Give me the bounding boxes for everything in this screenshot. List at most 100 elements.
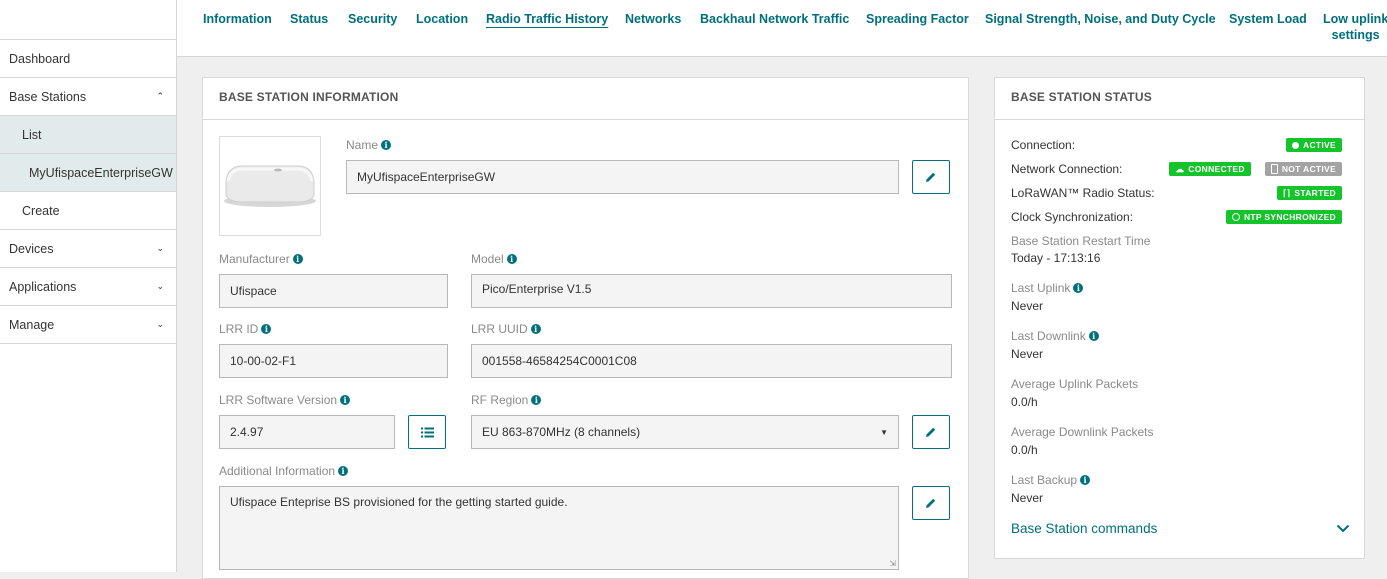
network-connection-row: Network Connection: ☁ CONNECTED NOT ACTIV…: [1011, 160, 1342, 178]
status-badge-connected: ☁ CONNECTED: [1169, 162, 1251, 176]
info-icon[interactable]: i: [506, 254, 517, 264]
manufacturer-label-text: Manufacturer: [219, 252, 290, 266]
avg-uplink-label: Average Uplink Packets: [1011, 377, 1139, 391]
base-station-commands-label: Base Station commands: [1011, 520, 1158, 536]
status-badge-not-active: NOT ACTIVE: [1264, 162, 1342, 176]
tab-bar: Information Status Security Location Rad…: [177, 0, 1387, 57]
badge-text: NTP SYNCHRONIZED: [1243, 212, 1336, 222]
lrr-id-label: LRR ID i: [219, 322, 272, 336]
last-backup-label: Last Backup i: [1011, 473, 1091, 487]
rf-region-select[interactable]: EU 863-870MHz (8 channels) ▼: [471, 415, 899, 449]
lrr-id-field[interactable]: 10-00-02-F1: [219, 344, 448, 378]
info-icon[interactable]: i: [261, 324, 272, 334]
mobile-phone-icon: [1270, 164, 1278, 174]
sidebar-item-label: Create: [22, 203, 60, 218]
resize-handle-icon[interactable]: ⇲: [889, 559, 896, 568]
sidebar-header: [0, 0, 176, 40]
chevron-up-icon: ⌃: [156, 91, 164, 101]
connection-label: Connection:: [1011, 138, 1076, 152]
manufacturer-field[interactable]: Ufispace: [219, 274, 448, 308]
info-icon[interactable]: i: [340, 395, 351, 405]
base-station-commands-toggle[interactable]: Base Station commands: [1011, 518, 1350, 538]
sidebar-item-label: Base Stations: [9, 89, 87, 104]
badge-text: CONNECTED: [1188, 164, 1245, 174]
info-icon[interactable]: i: [1073, 283, 1084, 293]
last-uplink-label: Last Uplink i: [1011, 281, 1084, 295]
sidebar-item-current-gateway[interactable]: MyUfispaceEnterpriseGW: [0, 154, 176, 192]
last-uplink-value: Never: [1011, 299, 1044, 313]
status-badge-active: ACTIVE: [1286, 138, 1342, 152]
model-label-text: Model: [471, 252, 504, 266]
sidebar-item-label: List: [22, 127, 42, 142]
info-icon[interactable]: i: [381, 140, 392, 150]
radio-status-row: LoRaWAN™ Radio Status: ⌈⌉ STARTED: [1011, 184, 1342, 202]
tab-status[interactable]: Status: [290, 11, 328, 27]
additional-info-label-text: Additional Information: [219, 464, 336, 478]
sidebar-item-devices[interactable]: Devices ⌄: [0, 230, 176, 268]
tab-backhaul-network-traffic[interactable]: Backhaul Network Traffic: [700, 11, 849, 27]
info-icon[interactable]: i: [531, 395, 542, 405]
manufacturer-label: Manufacturer i: [219, 252, 303, 266]
edit-name-button[interactable]: [912, 160, 950, 194]
info-icon[interactable]: i: [338, 466, 349, 476]
tab-information[interactable]: Information: [203, 11, 272, 27]
clock-icon: [1231, 213, 1240, 221]
sidebar-item-list[interactable]: List: [0, 116, 176, 154]
info-icon[interactable]: i: [1088, 331, 1099, 341]
tab-location[interactable]: Location: [416, 11, 468, 27]
tab-networks[interactable]: Networks: [625, 11, 681, 27]
sidebar-item-label: Manage: [9, 317, 55, 332]
tab-signal-strength[interactable]: Signal Strength, Noise, and Duty Cycle: [985, 11, 1216, 27]
sidebar-item-base-stations[interactable]: Base Stations ⌃: [0, 78, 176, 116]
lrr-uuid-field[interactable]: 001558-46584254C0001C08: [471, 344, 952, 378]
edit-rf-region-button[interactable]: [912, 415, 950, 449]
software-version-label-text: LRR Software Version: [219, 393, 338, 407]
chevron-down-icon: ⌄: [156, 319, 164, 329]
sidebar-item-create[interactable]: Create: [0, 192, 176, 230]
last-downlink-label: Last Downlink i: [1011, 329, 1099, 343]
lrr-uuid-label-text: LRR UUID: [471, 322, 528, 336]
info-icon[interactable]: i: [292, 254, 303, 264]
sidebar-item-dashboard[interactable]: Dashboard: [0, 40, 176, 78]
sidebar-item-manage[interactable]: Manage ⌄: [0, 306, 176, 344]
last-downlink-label-text: Last Downlink: [1011, 329, 1086, 343]
pencil-icon: [926, 427, 936, 437]
tab-security[interactable]: Security: [348, 11, 397, 27]
antenna-icon: ⌈⌉: [1283, 187, 1291, 198]
sidebar-item-applications[interactable]: Applications ⌄: [0, 268, 176, 306]
info-icon[interactable]: i: [1080, 475, 1091, 485]
tab-system-load[interactable]: System Load: [1229, 11, 1307, 27]
list-icon: [420, 427, 434, 437]
sidebar: Dashboard Base Stations ⌃ List MyUfispace…: [0, 0, 177, 572]
avg-uplink-value: 0.0/h: [1011, 395, 1038, 409]
additional-info-textarea[interactable]: Ufispace Enteprise BS provisioned for th…: [219, 486, 899, 570]
name-label-text: Name: [346, 138, 379, 152]
rf-region-label-text: RF Region: [471, 393, 529, 407]
avg-downlink-value: 0.0/h: [1011, 443, 1038, 457]
tab-low-uplink-settings[interactable]: Low uplink settings: [1323, 11, 1387, 43]
dot-icon: [1292, 141, 1300, 149]
edit-additional-info-button[interactable]: [912, 486, 950, 520]
name-field[interactable]: MyUfispaceEnterpriseGW: [346, 160, 899, 194]
badge-text: ACTIVE: [1303, 140, 1336, 150]
sidebar-item-label: MyUfispaceEnterpriseGW: [29, 165, 173, 180]
model-label: Model i: [471, 252, 517, 266]
panel-title: BASE STATION STATUS: [995, 78, 1364, 120]
last-backup-label-text: Last Backup: [1011, 473, 1078, 487]
lrr-id-label-text: LRR ID: [219, 322, 259, 336]
radio-status-label: LoRaWAN™ Radio Status:: [1011, 186, 1155, 200]
software-list-button[interactable]: [408, 415, 446, 449]
software-version-field[interactable]: 2.4.97: [219, 415, 395, 449]
last-backup-value: Never: [1011, 491, 1044, 505]
tab-spreading-factor[interactable]: Spreading Factor: [866, 11, 969, 27]
restart-time-label: Base Station Restart Time: [1011, 234, 1151, 248]
last-uplink-label-text: Last Uplink: [1011, 281, 1071, 295]
clock-sync-row: Clock Synchronization: NTP SYNCHRONIZED: [1011, 208, 1342, 226]
info-icon[interactable]: i: [530, 324, 541, 334]
tab-radio-traffic-history[interactable]: Radio Traffic History: [486, 11, 608, 27]
model-field[interactable]: Pico/Enterprise V1.5: [471, 274, 952, 308]
pencil-icon: [926, 498, 936, 508]
additional-info-label: Additional Information i: [219, 464, 349, 478]
base-station-info-panel: BASE STATION INFORMATION Name i MyUfispac…: [202, 77, 969, 579]
rf-region-label: RF Region i: [471, 393, 542, 407]
